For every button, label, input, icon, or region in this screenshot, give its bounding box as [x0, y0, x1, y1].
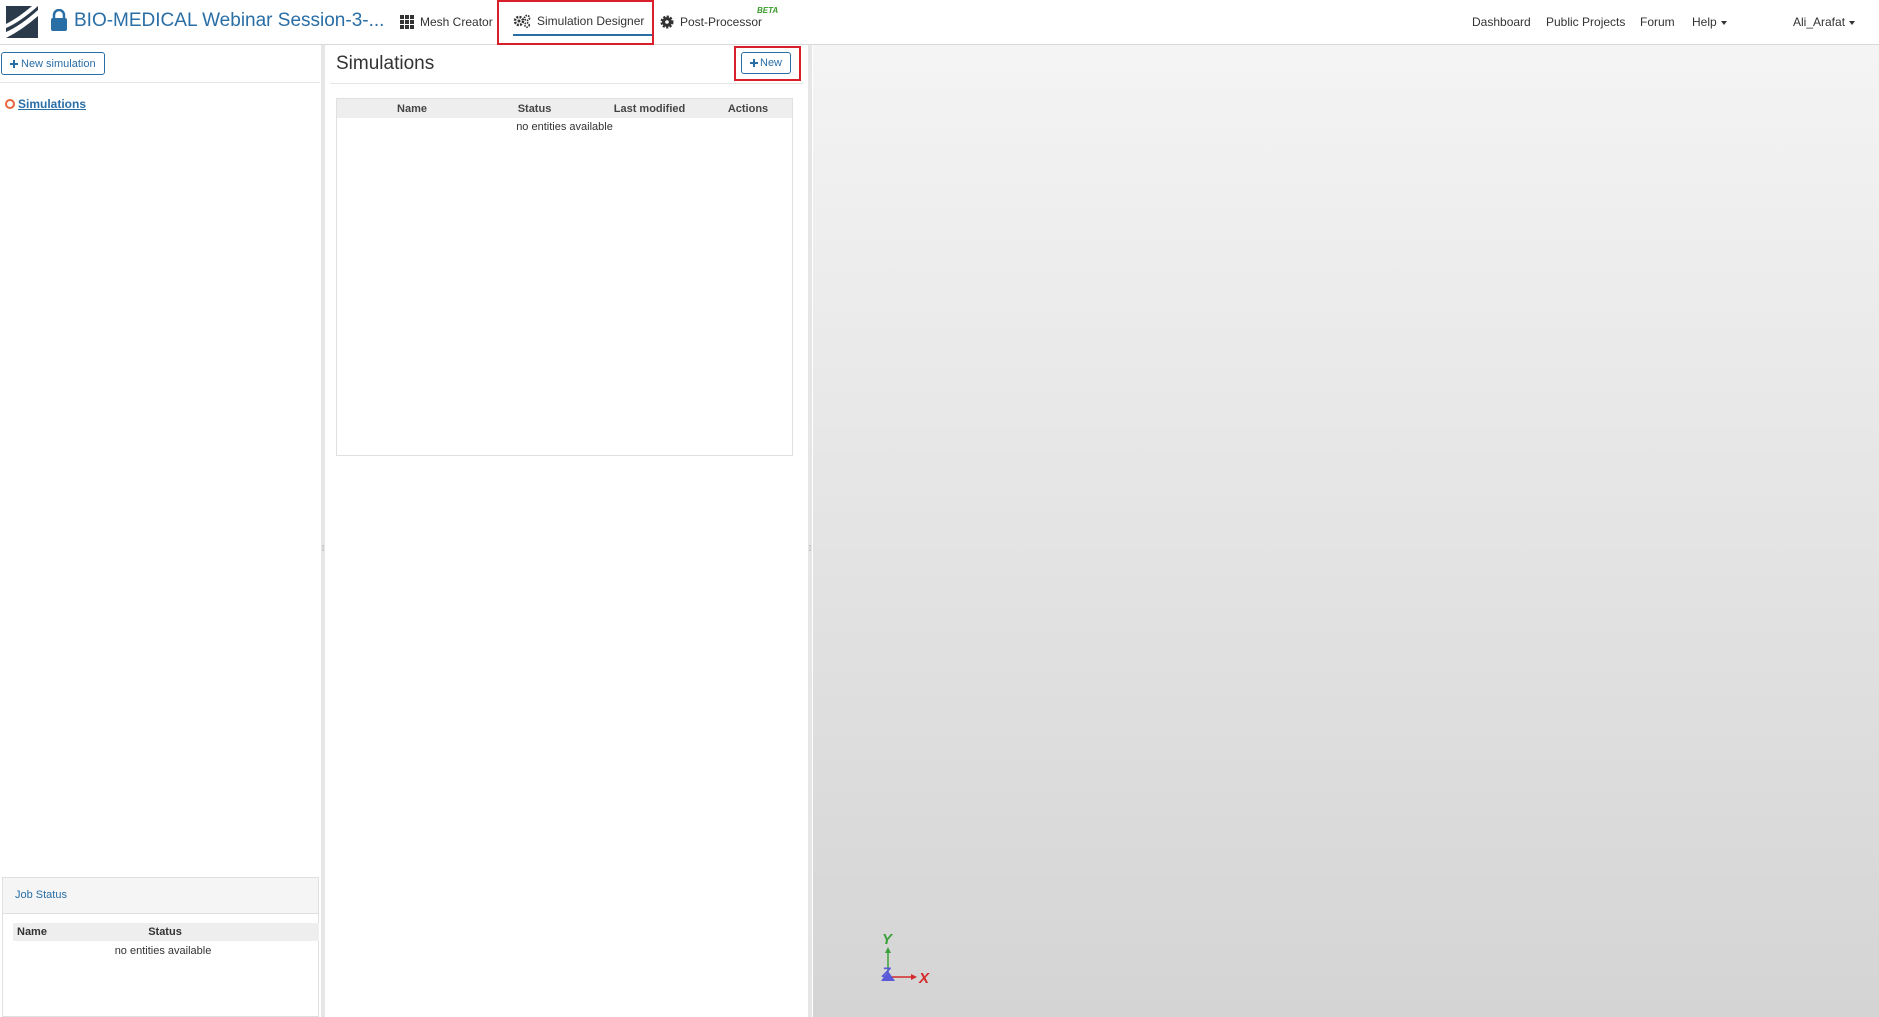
new-simulation-label: New simulation [21, 57, 96, 70]
table-header: Name Status Last modified Actions [337, 99, 792, 118]
lock-icon [51, 9, 67, 31]
user-name: Ali_Arafat [1793, 15, 1846, 29]
panel-title: Simulations [336, 53, 435, 74]
column-header-name[interactable]: Name [13, 926, 115, 938]
nav-dashboard[interactable]: Dashboard [1472, 15, 1531, 29]
simulations-panel: Simulations New Name Status Last modifie… [326, 45, 808, 1017]
tab-post-processor[interactable]: Post-Processor [660, 8, 762, 36]
user-menu[interactable]: Ali_Arafat [1793, 15, 1856, 29]
new-simulation-button[interactable]: New simulation [1, 52, 105, 75]
top-navbar: BIO-MEDICAL Webinar Session-3-... Mesh C… [0, 0, 1879, 45]
nav-help[interactable]: Help [1692, 15, 1727, 29]
grid-icon [400, 15, 414, 29]
job-status-panel: Job Status Name Status no entities avail… [2, 877, 319, 1017]
tab-label: Post-Processor [680, 15, 763, 29]
empty-message: no entities available [114, 945, 212, 957]
column-header-status[interactable]: Status [115, 926, 215, 938]
left-panel: New simulation Simulations Job Status Na… [0, 45, 322, 1017]
beta-badge: BETA [757, 6, 779, 15]
tree-item-simulations[interactable]: Simulations [5, 97, 86, 111]
y-axis-label: Y [882, 931, 894, 948]
column-header-status[interactable]: Status [487, 103, 582, 115]
divider [330, 83, 804, 84]
axis-triad: Y X Z [881, 931, 930, 987]
caret-down-icon [1720, 20, 1727, 25]
tree-item-label: Simulations [18, 97, 87, 111]
column-header-last-modified[interactable]: Last modified [582, 103, 717, 115]
column-header-actions[interactable]: Actions [717, 103, 779, 115]
left-splitter[interactable]: ⁞ [321, 45, 325, 1017]
highlight-box [497, 0, 654, 45]
tab-label: Mesh Creator [420, 15, 493, 29]
right-splitter[interactable]: ⁞ [808, 45, 812, 1017]
gear-icon [660, 15, 674, 29]
drag-handle-icon[interactable]: ⁞ [808, 545, 812, 553]
simscale-logo-icon[interactable] [6, 6, 38, 38]
simulations-table: Name Status Last modified Actions no ent… [336, 98, 793, 456]
drag-handle-icon[interactable]: ⁞ [321, 545, 325, 553]
z-axis-label: Z [881, 964, 891, 980]
caret-down-icon [1849, 20, 1856, 25]
project-title[interactable]: BIO-MEDICAL Webinar Session-3-... [74, 10, 384, 32]
x-axis-arrow [911, 974, 917, 980]
nav-forum[interactable]: Forum [1640, 15, 1675, 29]
empty-message: no entities available [516, 121, 613, 133]
column-header-name[interactable]: Name [337, 103, 487, 115]
tab-mesh-creator[interactable]: Mesh Creator [400, 8, 493, 36]
job-table-header: Name Status [13, 923, 319, 941]
highlight-box [734, 46, 801, 81]
nav-help-label: Help [1692, 15, 1717, 29]
status-circle-icon [5, 99, 15, 109]
3d-viewport[interactable]: Y X Z [813, 45, 1879, 1017]
job-status-title[interactable]: Job Status [3, 878, 318, 914]
divider [0, 82, 320, 83]
plus-icon [10, 59, 18, 68]
nav-public-projects[interactable]: Public Projects [1546, 15, 1625, 29]
x-axis-label: X [918, 970, 930, 987]
